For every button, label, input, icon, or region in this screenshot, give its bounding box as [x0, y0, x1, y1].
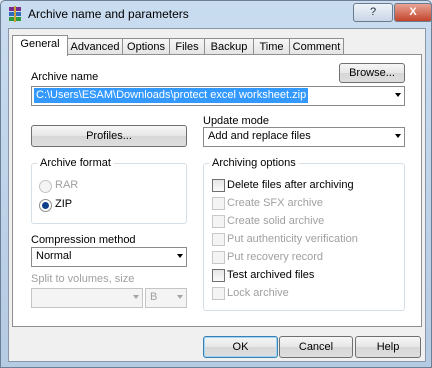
ok-button[interactable]: OK [203, 336, 278, 358]
test-files-label: Test archived files [227, 269, 315, 281]
authenticity-checkbox[interactable] [212, 233, 225, 246]
update-mode-combo[interactable]: Add and replace files [203, 127, 405, 147]
split-size-value [34, 290, 38, 305]
create-sfx-label: Create SFX archive [227, 197, 323, 209]
dialog-window: Archive name and parameters ? X General … [0, 0, 432, 368]
split-unit-value: B [150, 291, 158, 303]
profiles-button[interactable]: Profiles... [31, 125, 187, 147]
chevron-down-icon[interactable] [177, 254, 183, 258]
delete-files-checkbox[interactable] [212, 179, 225, 192]
compression-method-value: Normal [36, 250, 72, 262]
help-button[interactable]: Help [355, 336, 421, 358]
chevron-down-icon[interactable] [177, 295, 183, 299]
chevron-down-icon[interactable] [395, 134, 401, 138]
update-mode-value: Add and replace files [208, 130, 311, 142]
chevron-down-icon[interactable] [395, 93, 401, 97]
rar-label: RAR [55, 179, 79, 191]
lock-archive-label: Lock archive [227, 287, 289, 299]
split-size-combo[interactable] [31, 288, 143, 308]
dialog-client: General Advanced Options Files Backup Ti… [8, 28, 426, 362]
update-mode-label: Update mode [203, 115, 270, 127]
zip-label: ZIP [55, 198, 73, 210]
archive-name-value: C:\Users\ESAM\Downloads\protect excel wo… [34, 88, 309, 103]
tab-options[interactable]: Options [122, 38, 170, 55]
rar-radio[interactable] [39, 180, 52, 193]
test-files-checkbox[interactable] [212, 269, 225, 282]
tab-general[interactable]: General [12, 35, 68, 56]
close-button[interactable]: X [394, 3, 432, 22]
authenticity-label: Put authenticity verification [227, 233, 358, 245]
create-sfx-checkbox[interactable] [212, 197, 225, 210]
chevron-down-icon[interactable] [133, 295, 139, 299]
recovery-record-label: Put recovery record [227, 251, 323, 263]
create-solid-label: Create solid archive [227, 215, 325, 227]
split-unit-combo[interactable]: B [145, 288, 187, 308]
archive-name-label: Archive name [31, 71, 99, 83]
general-tab-panel: Archive name Browse... C:\Users\ESAM\Dow… [12, 54, 422, 327]
split-volumes-label: Split to volumes, size [31, 273, 135, 285]
browse-button[interactable]: Browse... [339, 63, 405, 83]
cancel-button[interactable]: Cancel [279, 336, 353, 358]
window-title: Archive name and parameters [28, 7, 189, 21]
tab-backup[interactable]: Backup [204, 38, 254, 55]
create-solid-checkbox[interactable] [212, 215, 225, 228]
recovery-record-checkbox[interactable] [212, 251, 225, 264]
archive-name-combo[interactable]: C:\Users\ESAM\Downloads\protect excel wo… [31, 86, 405, 106]
winrar-icon [9, 6, 21, 22]
lock-archive-checkbox[interactable] [212, 287, 225, 300]
tab-files[interactable]: Files [169, 38, 205, 55]
archiving-options-label: Archiving options [209, 157, 299, 169]
compression-method-combo[interactable]: Normal [31, 247, 187, 267]
zip-radio[interactable] [39, 199, 52, 212]
tab-time[interactable]: Time [253, 38, 290, 55]
tab-advanced[interactable]: Advanced [67, 38, 123, 55]
tab-comment[interactable]: Comment [289, 38, 344, 55]
title-bar: Archive name and parameters ? X [1, 1, 432, 27]
archive-format-label: Archive format [37, 157, 114, 169]
help-title-button[interactable]: ? [353, 3, 393, 22]
archive-format-group [31, 163, 187, 224]
delete-files-label: Delete files after archiving [227, 179, 354, 191]
compression-method-label: Compression method [31, 234, 136, 246]
